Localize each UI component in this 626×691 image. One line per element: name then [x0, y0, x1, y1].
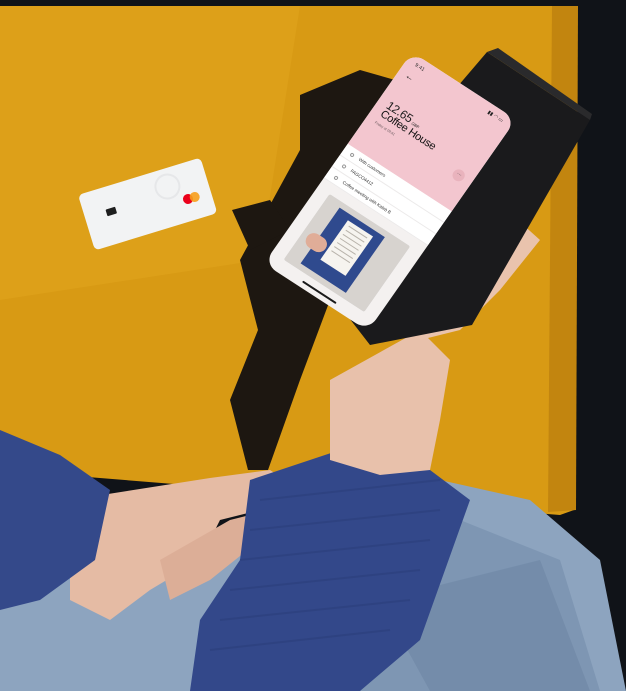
scene-illustration	[0, 0, 626, 691]
table-edge	[548, 6, 578, 512]
back-arrow-icon[interactable]: ←	[403, 70, 416, 83]
receipt-icon	[341, 163, 347, 170]
status-icons: ▮▮ ◠ ▭	[486, 109, 505, 124]
photo-scene: 9:41 ▮▮ ◠ ▭ ← 12.65GBP Coffee House Frid…	[0, 0, 626, 691]
note-icon	[333, 175, 339, 181]
more-options-button[interactable]: ···	[450, 167, 468, 184]
status-time: 9:41	[413, 62, 426, 74]
split-icon	[349, 152, 355, 158]
